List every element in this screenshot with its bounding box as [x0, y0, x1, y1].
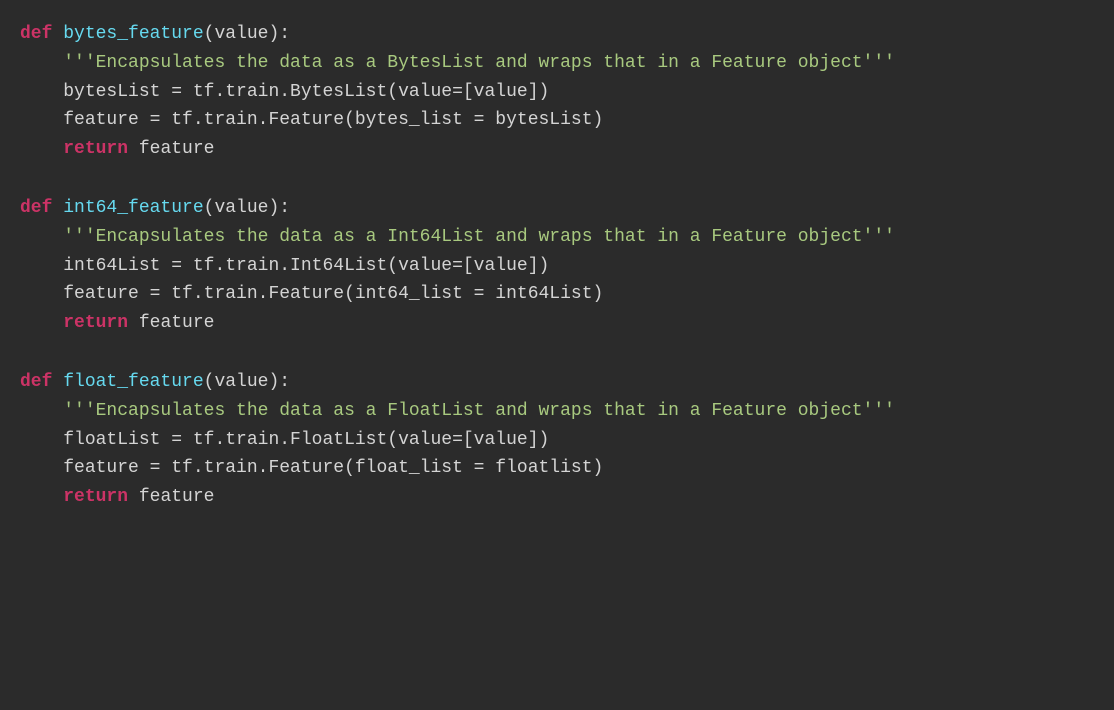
keyword-def-3: def	[20, 372, 52, 392]
docstring-int64-text: '''Encapsulates the data as a Int64List …	[63, 227, 895, 247]
fn-name-float: float_feature	[63, 372, 203, 392]
int64list-assign: int64List = tf.train.Int64List(value=[va…	[63, 256, 549, 276]
code-editor: def bytes_feature(value): '''Encapsulate…	[20, 20, 1094, 512]
params-bytes: (value):	[204, 24, 290, 44]
params-int64: (value):	[204, 198, 290, 218]
function-bytes-feature: def bytes_feature(value): '''Encapsulate…	[20, 20, 1094, 164]
feature-assign-bytes: feature = tf.train.Feature(bytes_list = …	[63, 110, 603, 130]
code-line-float-1: floatList = tf.train.FloatList(value=[va…	[20, 426, 1094, 455]
docstring-int64: '''Encapsulates the data as a Int64List …	[20, 223, 1094, 252]
params-float: (value):	[204, 372, 290, 392]
code-line-float-2: feature = tf.train.Feature(float_list = …	[20, 454, 1094, 483]
return-var-int64: feature	[139, 313, 215, 333]
code-line-bytes-1: bytesList = tf.train.BytesList(value=[va…	[20, 78, 1094, 107]
function-int64-feature: def int64_feature(value): '''Encapsulate…	[20, 194, 1094, 338]
return-line-int64: return feature	[20, 309, 1094, 338]
function-float-feature: def float_feature(value): '''Encapsulate…	[20, 368, 1094, 512]
floatlist-assign: floatList = tf.train.FloatList(value=[va…	[63, 430, 549, 450]
fn-name-bytes: bytes_feature	[63, 24, 203, 44]
keyword-def-1: def	[20, 24, 52, 44]
code-line-bytes-2: feature = tf.train.Feature(bytes_list = …	[20, 106, 1094, 135]
return-kw-int64: return	[63, 313, 128, 333]
keyword-def-2: def	[20, 198, 52, 218]
return-kw-bytes: return	[63, 139, 128, 159]
docstring-float-text: '''Encapsulates the data as a FloatList …	[63, 401, 895, 421]
byteslist-assign: bytesList = tf.train.BytesList(value=[va…	[63, 82, 549, 102]
fn-name-int64: int64_feature	[63, 198, 203, 218]
return-var-float: feature	[139, 487, 215, 507]
docstring-float: '''Encapsulates the data as a FloatList …	[20, 397, 1094, 426]
docstring-bytes-text: '''Encapsulates the data as a BytesList …	[63, 53, 895, 73]
code-line-int64-2: feature = tf.train.Feature(int64_list = …	[20, 280, 1094, 309]
docstring-bytes: '''Encapsulates the data as a BytesList …	[20, 49, 1094, 78]
def-line-bytes: def bytes_feature(value):	[20, 20, 1094, 49]
return-kw-float: return	[63, 487, 128, 507]
return-line-float: return feature	[20, 483, 1094, 512]
def-line-int64: def int64_feature(value):	[20, 194, 1094, 223]
feature-assign-int64: feature = tf.train.Feature(int64_list = …	[63, 284, 603, 304]
def-line-float: def float_feature(value):	[20, 368, 1094, 397]
return-var-bytes: feature	[139, 139, 215, 159]
code-line-int64-1: int64List = tf.train.Int64List(value=[va…	[20, 252, 1094, 281]
return-line-bytes: return feature	[20, 135, 1094, 164]
feature-assign-float: feature = tf.train.Feature(float_list = …	[63, 458, 603, 478]
